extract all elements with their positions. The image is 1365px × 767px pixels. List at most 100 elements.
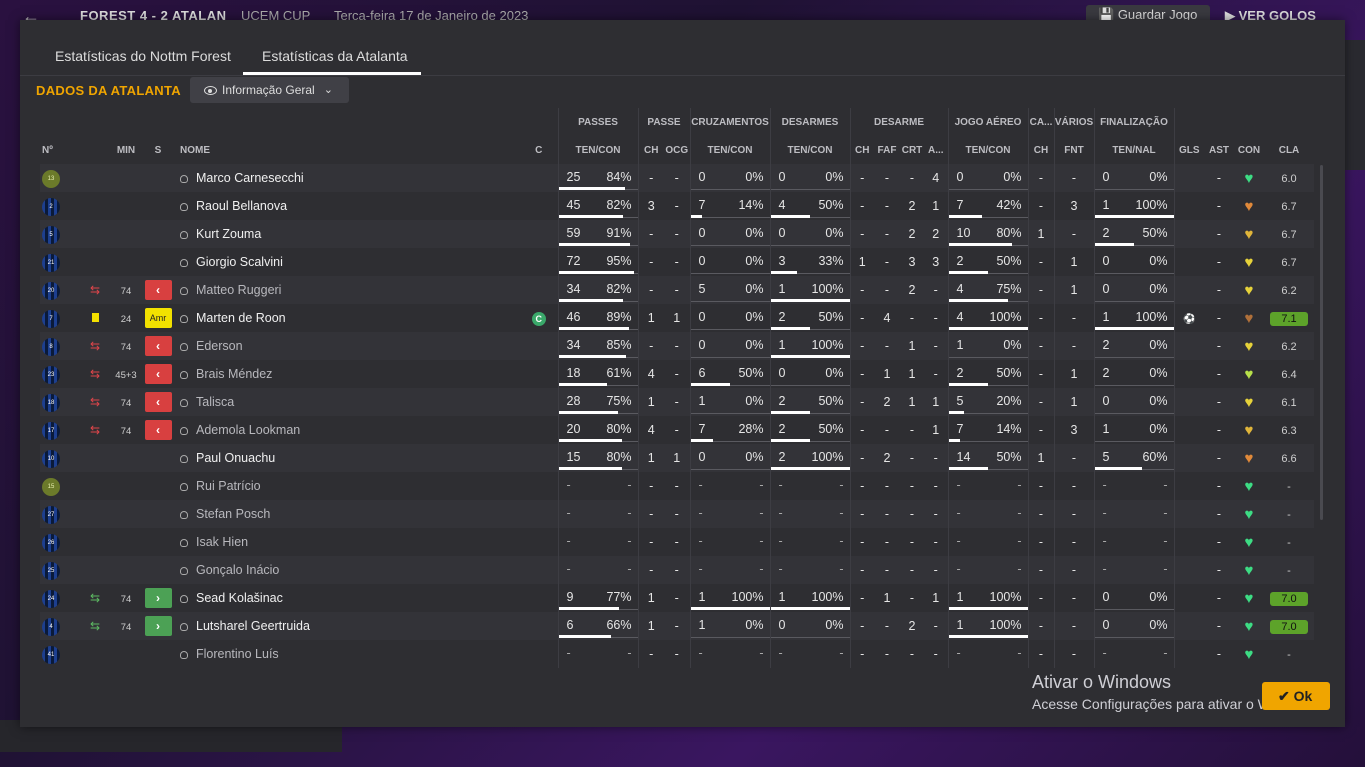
col-aereo-ten-con[interactable]: TEN/CON [948,136,1029,164]
table-row[interactable]: 20 ⇆ 74 ‹ Matteo Ruggeri 34 82% - -5 0% 1 100% - -2-4… [40,276,1314,304]
stat-attempts: 0 [698,254,706,268]
player-name-cell[interactable]: Ademola Lookman [174,416,520,444]
table-row[interactable]: 4 ⇆ 74 › Lutsharel Geertruida 6 66% 1-1 0% 0 0% - -2… [40,612,1314,640]
stat-percent: 0% [745,170,764,184]
col-cla[interactable]: CLA [1264,136,1314,164]
col-s[interactable]: S [142,136,174,164]
view-selector[interactable]: Informação Geral ⌄ [190,77,349,103]
player-name-cell[interactable]: Paul Onuachu [174,444,520,472]
player-name[interactable]: Gonçalo Inácio [196,563,279,577]
player-name-cell[interactable]: Sead Kolašinac [174,584,520,612]
player-name[interactable]: Kurt Zouma [196,227,261,241]
stat-value: - [900,472,924,500]
player-name-cell[interactable]: Marco Carnesecchi [174,164,520,192]
col-faf[interactable]: FAF [874,136,900,164]
player-name[interactable]: Ederson [196,339,243,353]
player-name-cell[interactable]: Marten de Roon [174,304,520,332]
table-row[interactable]: 25 Gonçalo Inácio - - - - - - - - - - - - - - - - - - - ♥ - [40,556,1314,584]
col-name[interactable]: NOME [174,136,520,164]
player-name[interactable]: Raoul Bellanova [196,199,287,213]
col-desarme-ch[interactable]: CH [850,136,874,164]
col-ca-ch[interactable]: CH [1028,136,1055,164]
player-name-cell[interactable]: Stefan Posch [174,500,520,528]
table-row[interactable]: 18 ⇆ 74 ‹ Talisca 28 75% 1-1 0% 2 50% -2 1 1 5 20% -1 0 0%… [40,388,1314,416]
table-row[interactable]: 8 ⇆ 74 ‹ Ederson 34 85% - -0 0% 1 100% - -1-1 0% - -2 0% -… [40,332,1314,360]
col-passe-ch[interactable]: CH [638,136,664,164]
stats-table-container[interactable]: PASSES PASSE CRUZAMENTOS DESARMES DESARM… [40,108,1330,693]
player-name[interactable]: Lutsharel Geertruida [196,619,310,633]
table-row[interactable]: 23 ⇆ 45+3 ‹ Brais Méndez 18 61% 4-6 50% 0 0% -1 1-2 5… [40,360,1314,388]
player-name-cell[interactable]: Florentino Luís [174,640,520,668]
rating-badge: 6.3 [1281,424,1297,437]
player-name[interactable]: Paul Onuachu [196,451,275,465]
table-row[interactable]: 5 Kurt Zouma 59 91% - -0 0% 0 0% - -2 2 10 80% 1-2 50% -… [40,220,1314,248]
player-name-cell[interactable]: Brais Méndez [174,360,520,388]
stat-bar-fill [690,215,702,218]
table-scrollbar[interactable] [1320,165,1323,520]
col-gls[interactable]: GLS [1174,136,1204,164]
table-row[interactable]: 26 Isak Hien - - - - - - - - - - - - - - - - - - - ♥ - [40,528,1314,556]
player-name[interactable]: Brais Méndez [196,367,272,381]
col-min[interactable]: MIN [110,136,142,164]
player-name-cell[interactable]: Lutsharel Geertruida [174,612,520,640]
table-row[interactable]: 13 Marco Carnesecchi 25 84% - -0 0% 0 0% - - -4 0 0% -… [40,164,1314,192]
player-name[interactable]: Florentino Luís [196,647,279,661]
player-name-cell[interactable]: Giorgio Scalvini [174,248,520,276]
stat-attempts: 1 [1102,310,1110,324]
player-name[interactable]: Marco Carnesecchi [196,171,304,185]
col-passe-ocg[interactable]: OCG [664,136,691,164]
col-cruz-ten-con[interactable]: TEN/CON [690,136,771,164]
player-name[interactable]: Matteo Ruggeri [196,283,281,297]
table-row[interactable]: 15 Rui Patrício - - - - - - - - - - - - - - - - - - - ♥ - [40,472,1314,500]
goals-cell [1174,416,1204,444]
table-row[interactable]: 2 Raoul Bellanova 45 82% 3-7 14% 4 50% - -2 1 7 42% -… [40,192,1314,220]
player-name[interactable]: Talisca [196,395,234,409]
morale-cell: ♥ [1234,556,1264,584]
table-row[interactable]: 24 ⇆ 74 › Sead Kolašinac 9 77% 1-1 100% 1 100% -1-1… [40,584,1314,612]
player-name[interactable]: Sead Kolašinac [196,591,283,605]
col-number[interactable]: Nº [40,136,80,164]
player-name[interactable]: Ademola Lookman [196,423,300,437]
player-name-cell[interactable]: Gonçalo Inácio [174,556,520,584]
player-name-cell[interactable]: Ederson [174,332,520,360]
table-row[interactable]: 27 Stefan Posch - - - - - - - - - - - - - - - - - - - ♥ - [40,500,1314,528]
stat-bar-track [690,273,769,274]
rating-badge: - [1287,536,1291,549]
player-name-cell[interactable]: Isak Hien [174,528,520,556]
col-crt[interactable]: CRT [900,136,924,164]
col-ast[interactable]: AST [1204,136,1234,164]
col-fin-ten-nal[interactable]: TEN/NAL [1094,136,1175,164]
player-name[interactable]: Giorgio Scalvini [196,255,283,269]
stat-bar-fill [559,467,622,470]
player-name-cell[interactable]: Talisca [174,388,520,416]
table-row[interactable]: 17 ⇆ 74 ‹ Ademola Lookman 20 80% 4-7 28% 2 50% - - -1… [40,416,1314,444]
ok-button[interactable]: ✔ Ok [1262,682,1330,710]
col-des-ten-con[interactable]: TEN/CON [770,136,851,164]
table-row[interactable]: 41 Florentino Luís - - - - - - - - - - - - - - - - - - - ♥ - [40,640,1314,668]
player-name[interactable]: Stefan Posch [196,507,270,521]
player-name[interactable]: Isak Hien [196,535,248,549]
goals-cell [1174,556,1204,584]
player-name-cell[interactable]: Kurt Zouma [174,220,520,248]
morale-cell: ♥ [1234,276,1264,304]
stat-pair: 2 0% [1094,332,1175,360]
table-row[interactable]: 10 Paul Onuachu 15 80% 1 1 0 0% 2 100% -2- -14 50% 1-… [40,444,1314,472]
col-passes-ten-con[interactable]: TEN/CON [557,136,639,164]
player-name-cell[interactable]: Matteo Ruggeri [174,276,520,304]
col-c[interactable]: C [520,136,558,164]
rating-badge: 7.0 [1270,591,1308,606]
player-name-cell[interactable]: Rui Patrício [174,472,520,500]
player-name[interactable]: Rui Patrício [196,479,261,493]
stat-pair: -- [557,556,639,584]
stat-pair: 18 61% [557,360,639,388]
stat-value: 3 [900,248,924,276]
col-a[interactable]: A... [924,136,949,164]
player-name[interactable]: Marten de Roon [196,311,286,325]
stat-value: - [638,640,664,668]
table-row[interactable]: 7 24 Amr Marten de Roon C 46 89% 1 1 0 0% 2 50% -4- -4… [40,304,1314,332]
player-name-cell[interactable]: Raoul Bellanova [174,192,520,220]
col-fnt[interactable]: FNT [1054,136,1095,164]
stat-attempts: 1 [778,590,786,604]
col-con[interactable]: CON [1234,136,1264,164]
table-row[interactable]: 21 Giorgio Scalvini 72 95% - -0 0% 3 33% 1-3 3 2 50%… [40,248,1314,276]
